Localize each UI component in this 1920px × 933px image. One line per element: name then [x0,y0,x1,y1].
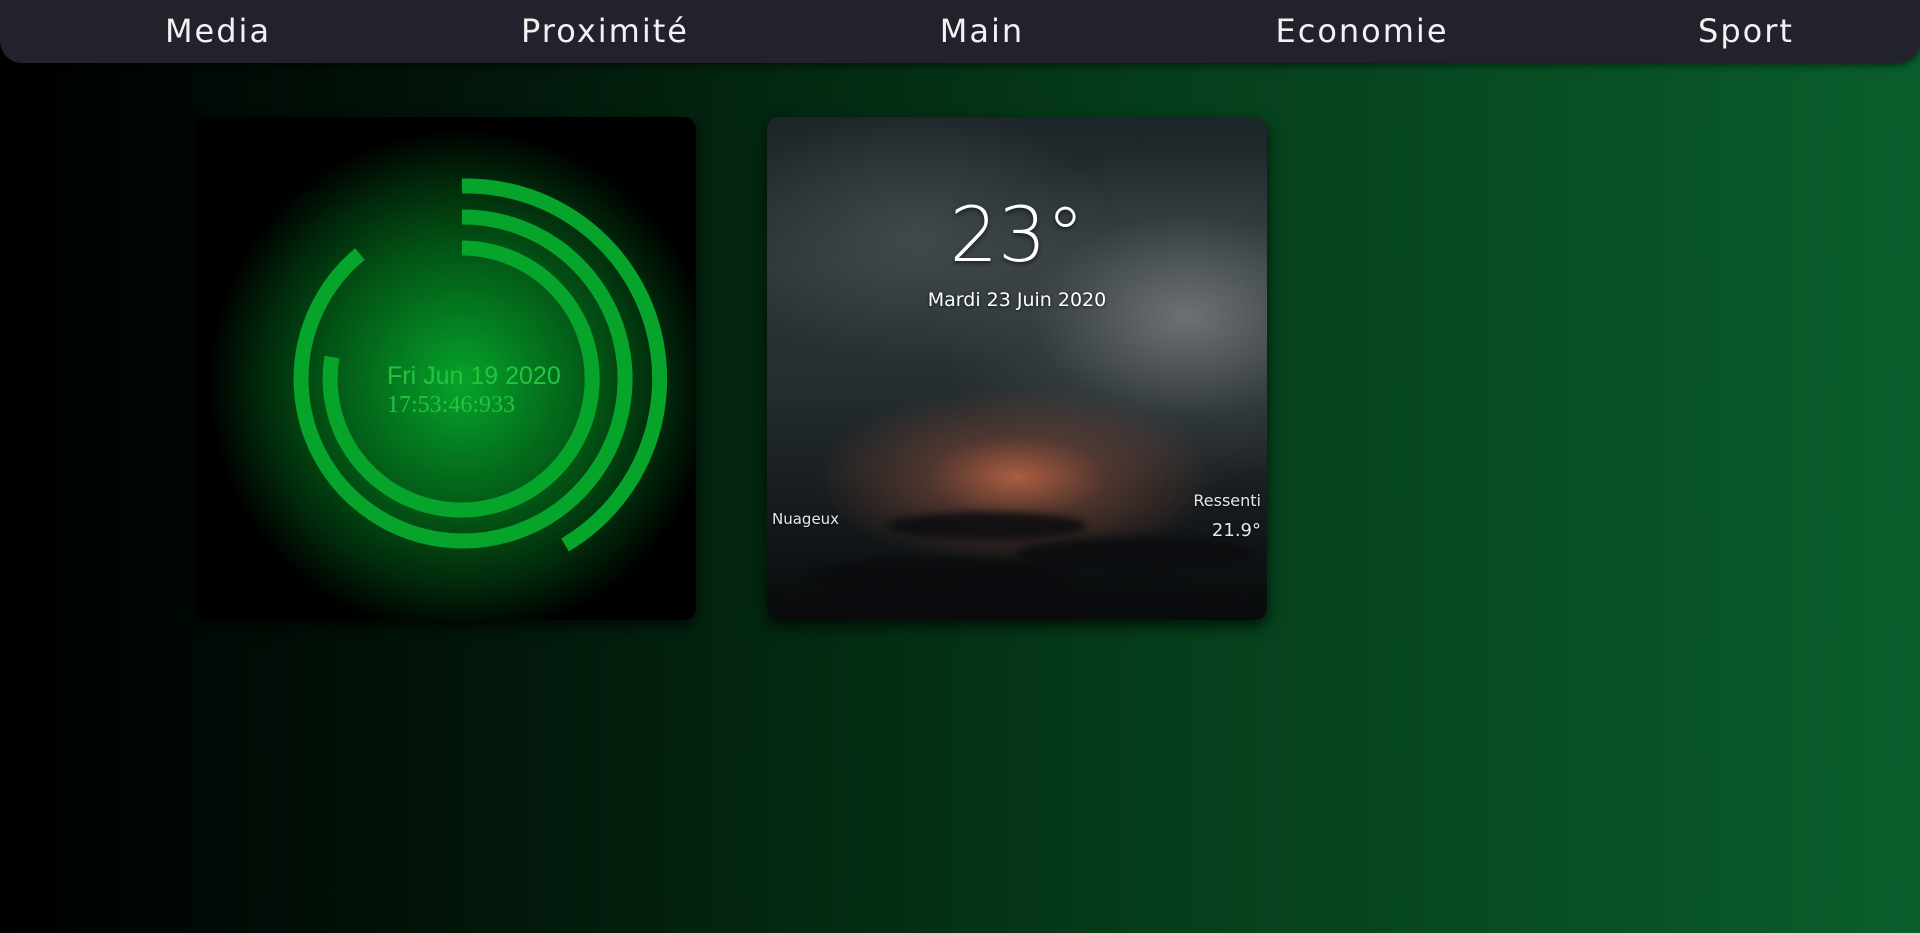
nav-item-economie[interactable]: Economie [1276,0,1449,63]
weather-widget: 23° Mardi 23 Juin 2020 Nuageux Ressenti … [767,117,1267,620]
clock-time: 17:53:46:933 [387,392,516,418]
nav-item-main[interactable]: Main [940,0,1024,63]
cloud-shape [1017,537,1257,571]
nav-item-proximite[interactable]: Proximité [521,0,689,63]
top-navigation-bar: Media Proximité Main Economie Sport [0,0,1920,63]
nav-item-media[interactable]: Media [165,0,271,63]
cloud-shape [887,512,1087,540]
weather-condition: Nuageux [772,510,840,528]
nav-item-sport[interactable]: Sport [1698,0,1794,63]
clock-date: Fri Jun 19 2020 [387,362,561,390]
weather-date: Mardi 23 Juin 2020 [927,289,1107,311]
weather-temperature: 23° [949,190,1085,279]
feels-like-label: Ressenti [1193,491,1261,510]
feels-like-value: 21.9° [1211,520,1261,541]
clock-widget: Fri Jun 19 2020 17:53:46:933 [196,117,696,620]
cloud-shape [767,587,1267,620]
